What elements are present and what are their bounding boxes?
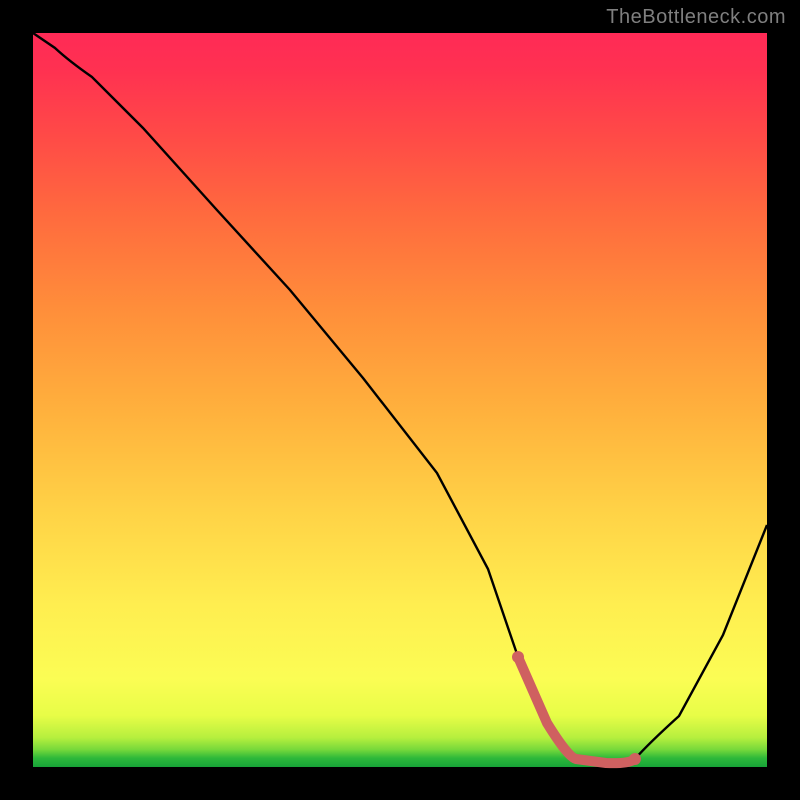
- highlight-end-dot: [629, 753, 641, 765]
- watermark-text: TheBottleneck.com: [606, 6, 786, 29]
- chart-frame: TheBottleneck.com: [0, 0, 800, 800]
- plot-area: [33, 33, 767, 767]
- chart-overlay: [33, 33, 767, 767]
- highlight-segment: [518, 657, 635, 763]
- bottleneck-curve: [33, 33, 767, 763]
- highlight-start-dot: [512, 651, 524, 663]
